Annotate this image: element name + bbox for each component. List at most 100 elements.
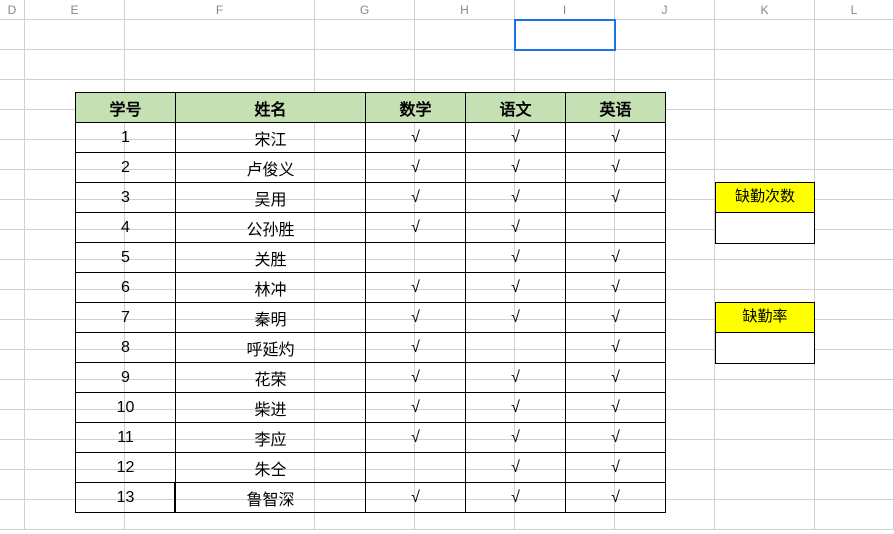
grid-cell[interactable]: [515, 20, 615, 50]
grid-cell[interactable]: [0, 260, 25, 290]
grid-cell[interactable]: [0, 200, 25, 230]
grid-cell[interactable]: [125, 20, 315, 50]
absence-rate-label[interactable]: 缺勤率: [716, 303, 814, 333]
cell-name[interactable]: 朱仝: [176, 453, 366, 483]
grid-cell[interactable]: [315, 20, 415, 50]
cell-name[interactable]: 李应: [176, 423, 366, 453]
cell-id[interactable]: 1: [76, 123, 176, 153]
cell-math[interactable]: √: [366, 393, 466, 423]
cell-english[interactable]: √: [566, 303, 666, 333]
cell-math[interactable]: √: [366, 273, 466, 303]
cell-chinese[interactable]: √: [466, 393, 566, 423]
grid-cell[interactable]: [715, 500, 815, 530]
cell-math[interactable]: √: [366, 213, 466, 243]
absence-count-cell[interactable]: [716, 213, 814, 243]
cell-math[interactable]: √: [366, 183, 466, 213]
cell-id[interactable]: 10: [76, 393, 176, 423]
col-header-H[interactable]: H: [415, 0, 515, 20]
cell-math[interactable]: [366, 453, 466, 483]
col-header-D[interactable]: D: [0, 0, 25, 20]
cell-chinese[interactable]: [466, 333, 566, 363]
grid-cell[interactable]: [615, 50, 715, 80]
cell-id[interactable]: 13: [76, 483, 176, 513]
header-english[interactable]: 英语: [566, 93, 666, 123]
cell-name[interactable]: 花荣: [176, 363, 366, 393]
cell-chinese[interactable]: √: [466, 423, 566, 453]
header-name[interactable]: 姓名: [176, 93, 366, 123]
cell-english[interactable]: [566, 213, 666, 243]
cell-chinese[interactable]: √: [466, 183, 566, 213]
cell-name[interactable]: 林冲: [176, 273, 366, 303]
grid-cell[interactable]: [815, 110, 894, 140]
cell-english[interactable]: √: [566, 423, 666, 453]
grid-cell[interactable]: [515, 50, 615, 80]
cell-name[interactable]: 鲁智深: [176, 483, 366, 513]
grid-cell[interactable]: [0, 350, 25, 380]
grid-cell[interactable]: [715, 20, 815, 50]
grid-cell[interactable]: [715, 140, 815, 170]
cell-chinese[interactable]: √: [466, 483, 566, 513]
cell-english[interactable]: √: [566, 153, 666, 183]
cell-name[interactable]: 宋江: [176, 123, 366, 153]
grid-cell[interactable]: [715, 50, 815, 80]
cell-name[interactable]: 柴进: [176, 393, 366, 423]
grid-cell[interactable]: [415, 50, 515, 80]
grid-cell[interactable]: [0, 80, 25, 110]
grid-cell[interactable]: [815, 440, 894, 470]
col-header-G[interactable]: G: [315, 0, 415, 20]
col-header-K[interactable]: K: [715, 0, 815, 20]
col-header-I[interactable]: I: [515, 0, 615, 20]
cell-id[interactable]: 8: [76, 333, 176, 363]
cell-name[interactable]: 吴用: [176, 183, 366, 213]
cell-name[interactable]: 关胜: [176, 243, 366, 273]
grid-cell[interactable]: [125, 50, 315, 80]
grid-cell[interactable]: [25, 50, 125, 80]
cell-math[interactable]: √: [366, 123, 466, 153]
grid-cell[interactable]: [0, 50, 25, 80]
cell-name[interactable]: 秦明: [176, 303, 366, 333]
grid-cell[interactable]: [815, 350, 894, 380]
cell-english[interactable]: √: [566, 453, 666, 483]
cell-math[interactable]: √: [366, 303, 466, 333]
grid-cell[interactable]: [0, 440, 25, 470]
grid-cell[interactable]: [715, 380, 815, 410]
cell-math[interactable]: √: [366, 423, 466, 453]
cell-name[interactable]: 公孙胜: [176, 213, 366, 243]
grid-cell[interactable]: [815, 320, 894, 350]
grid-cell[interactable]: [815, 290, 894, 320]
cell-id[interactable]: 4: [76, 213, 176, 243]
cell-id[interactable]: 6: [76, 273, 176, 303]
grid-cell[interactable]: [0, 320, 25, 350]
grid-cell[interactable]: [415, 20, 515, 50]
cell-math[interactable]: √: [366, 483, 466, 513]
grid-cell[interactable]: [0, 290, 25, 320]
cell-id[interactable]: 2: [76, 153, 176, 183]
grid-cell[interactable]: [815, 170, 894, 200]
grid-cell[interactable]: [815, 140, 894, 170]
grid-cell[interactable]: [715, 410, 815, 440]
grid-cell[interactable]: [815, 80, 894, 110]
cell-name[interactable]: 呼延灼: [176, 333, 366, 363]
cell-id[interactable]: 11: [76, 423, 176, 453]
grid-cell[interactable]: [315, 50, 415, 80]
cell-english[interactable]: √: [566, 243, 666, 273]
col-header-J[interactable]: J: [615, 0, 715, 20]
grid-cell[interactable]: [715, 470, 815, 500]
cell-english[interactable]: √: [566, 123, 666, 153]
cell-english[interactable]: √: [566, 273, 666, 303]
grid-cell[interactable]: [815, 410, 894, 440]
grid-cell[interactable]: [815, 50, 894, 80]
cell-math[interactable]: [366, 243, 466, 273]
absence-count-label[interactable]: 缺勤次数: [716, 183, 814, 213]
cell-math[interactable]: √: [366, 153, 466, 183]
col-header-E[interactable]: E: [25, 0, 125, 20]
grid-cell[interactable]: [815, 500, 894, 530]
grid-cell[interactable]: [815, 20, 894, 50]
cell-english[interactable]: √: [566, 393, 666, 423]
grid-cell[interactable]: [815, 230, 894, 260]
grid-cell[interactable]: [0, 20, 25, 50]
cell-chinese[interactable]: √: [466, 243, 566, 273]
cell-id[interactable]: 9: [76, 363, 176, 393]
cell-english[interactable]: √: [566, 483, 666, 513]
grid-cell[interactable]: [715, 440, 815, 470]
